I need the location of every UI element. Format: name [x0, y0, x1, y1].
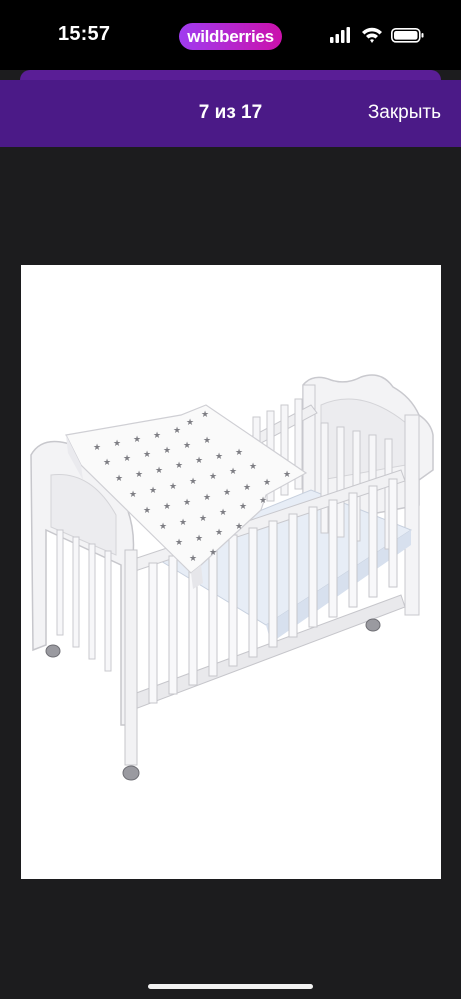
system-icons — [330, 27, 424, 43]
svg-text:★: ★ — [143, 506, 151, 516]
signal-icon — [330, 27, 350, 43]
svg-text:★: ★ — [203, 436, 211, 446]
close-button[interactable]: Закрыть — [368, 102, 441, 124]
svg-text:★: ★ — [169, 482, 177, 492]
svg-text:★: ★ — [159, 522, 167, 532]
svg-text:★: ★ — [209, 472, 217, 482]
svg-text:★: ★ — [201, 410, 209, 420]
svg-text:★: ★ — [143, 450, 151, 460]
svg-text:★: ★ — [173, 426, 181, 436]
svg-text:★: ★ — [179, 518, 187, 528]
battery-icon — [391, 28, 424, 43]
svg-text:★: ★ — [115, 474, 123, 484]
svg-text:★: ★ — [239, 502, 247, 512]
svg-text:★: ★ — [259, 496, 267, 506]
svg-text:★: ★ — [135, 470, 143, 480]
svg-text:★: ★ — [183, 441, 191, 451]
svg-text:★: ★ — [163, 502, 171, 512]
svg-text:★: ★ — [175, 538, 183, 548]
svg-text:★: ★ — [283, 470, 291, 480]
svg-text:★: ★ — [133, 435, 141, 445]
wildberries-badge[interactable]: wildberries — [179, 23, 282, 50]
svg-text:★: ★ — [243, 483, 251, 493]
gallery-header: 7 из 17 Закрыть — [0, 80, 461, 147]
svg-text:★: ★ — [215, 528, 223, 538]
svg-text:★: ★ — [229, 467, 237, 477]
svg-text:★: ★ — [209, 548, 217, 558]
svg-text:★: ★ — [93, 443, 101, 453]
svg-text:★: ★ — [203, 493, 211, 503]
svg-text:★: ★ — [183, 498, 191, 508]
svg-text:★: ★ — [235, 522, 243, 532]
svg-text:★: ★ — [186, 418, 194, 428]
svg-text:★: ★ — [215, 452, 223, 462]
svg-text:★: ★ — [103, 458, 111, 468]
status-time: 15:57 — [58, 23, 111, 45]
svg-text:★: ★ — [195, 456, 203, 466]
svg-text:★: ★ — [219, 508, 227, 518]
status-bar: 15:57 wildberries — [0, 0, 461, 70]
svg-text:★: ★ — [153, 431, 161, 441]
svg-text:★: ★ — [235, 448, 243, 458]
svg-text:★: ★ — [189, 554, 197, 564]
svg-text:★: ★ — [189, 477, 197, 487]
svg-text:★: ★ — [163, 446, 171, 456]
home-indicator[interactable] — [148, 984, 313, 989]
svg-text:★: ★ — [195, 534, 203, 544]
crib-with-changing-board-image: ★ ★ ★ ★ ★ ★ ★ ★ ★ ★ ★ ★ ★ ★ ★ ★ ★ ★ ★ ★ ★ ★ ★ ★ ★ ★ ★ ★ ★ ★ ★ ★★ ★ ★… — [30, 374, 434, 781]
svg-text:★: ★ — [155, 466, 163, 476]
svg-text:★: ★ — [199, 514, 207, 524]
product-photo[interactable]: ★ ★ ★ ★ ★ ★ ★ ★ ★ ★ ★ ★ ★ ★ ★ ★ ★ ★ ★ ★ ★ ★ ★ ★ ★ ★ ★ ★ ★ ★ ★ ★ ★ ★ ★… — [21, 265, 441, 879]
svg-text:★: ★ — [223, 488, 231, 498]
svg-text:★: ★ — [113, 439, 121, 449]
svg-text:★: ★ — [249, 462, 257, 472]
svg-text:★: ★ — [149, 486, 157, 496]
svg-text:★: ★ — [263, 478, 271, 488]
svg-text:★: ★ — [129, 490, 137, 500]
svg-text:★: ★ — [123, 454, 131, 464]
wifi-icon — [362, 27, 382, 43]
svg-text:★: ★ — [175, 461, 183, 471]
